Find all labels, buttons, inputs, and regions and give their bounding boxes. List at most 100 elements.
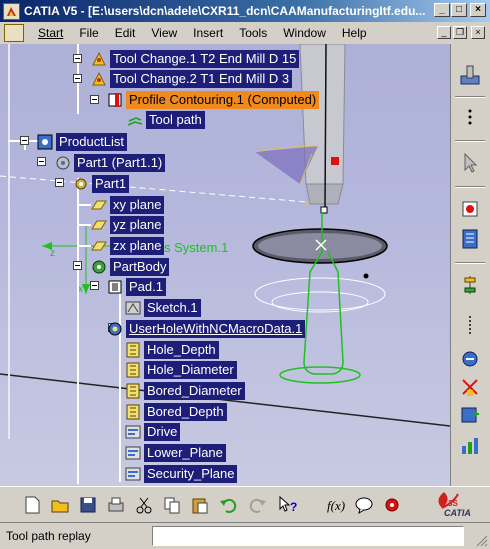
catia-app-icon[interactable]	[3, 2, 20, 20]
tree-node-partbody[interactable]: PartBody	[90, 257, 170, 276]
menu-start[interactable]: Start	[30, 26, 71, 40]
geometry-reference-icon	[124, 466, 142, 482]
menu-help[interactable]: Help	[334, 26, 375, 40]
open-folder-icon[interactable]	[48, 493, 72, 517]
tree-label: ProductList	[56, 132, 128, 151]
collapse-toggle[interactable]	[90, 281, 99, 290]
tree-node-hole-diameter[interactable]: Hole_Diameter	[124, 360, 237, 379]
ellipsis-icon[interactable]	[457, 104, 483, 130]
formula-icon[interactable]: f(x)	[324, 493, 348, 517]
tree-label: PartBody	[110, 257, 170, 276]
save-icon[interactable]	[76, 493, 100, 517]
collapse-toggle[interactable]	[73, 261, 82, 270]
tree-node-hole-depth[interactable]: Hole_Depth	[124, 340, 219, 359]
tool-assembly-icon[interactable]	[457, 346, 483, 372]
tree-node-lower-plane[interactable]: Lower_Plane	[124, 443, 226, 462]
comment-icon[interactable]	[352, 493, 376, 517]
tree-node-bored-depth[interactable]: Bored_Depth	[124, 402, 227, 421]
svg-text:3S: 3S	[448, 499, 458, 508]
parameter-icon	[124, 383, 142, 399]
tree-node-tool-change-2[interactable]: Tool Change.2 T1 End Mill D 3	[90, 69, 293, 88]
tree-node-tool-change-1[interactable]: Tool Change.1 T2 End Mill D 15	[90, 49, 300, 68]
body-icon	[90, 259, 108, 275]
close-button[interactable]: ×	[470, 3, 486, 17]
tree-node-pad1[interactable]: Pad.1	[106, 277, 166, 296]
tree-node-sketch1[interactable]: Sketch.1	[124, 298, 201, 317]
menu-edit[interactable]: Edit	[107, 26, 144, 40]
gear-icon	[72, 176, 90, 192]
tree-node-profile-contouring[interactable]: Profile Contouring.1 (Computed)	[106, 90, 320, 109]
menu-view[interactable]: View	[143, 26, 185, 40]
tree-node-product-list[interactable]: ProductList	[36, 132, 128, 151]
tree-label: Drive	[144, 422, 181, 441]
tree-label: Sketch.1	[144, 298, 201, 317]
part-icon	[54, 155, 72, 171]
tree-node-tool-path[interactable]: Tool path	[126, 110, 205, 129]
tool-change-icon	[90, 71, 108, 87]
new-document-icon[interactable]	[20, 493, 44, 517]
tree-node-zx-plane[interactable]: zx plane	[90, 236, 165, 255]
select-cursor-icon[interactable]	[457, 150, 483, 176]
bottom-toolbar: ? f(x) 3S CATIA	[0, 486, 490, 522]
document-list-icon[interactable]	[457, 226, 483, 252]
collapse-toggle[interactable]	[73, 74, 82, 83]
tree-label: xy plane	[110, 195, 165, 214]
cut-icon[interactable]	[132, 493, 156, 517]
tree-label: Tool Change.2 T1 End Mill D 3	[110, 69, 293, 88]
tool-path-statistics-icon[interactable]	[457, 432, 483, 458]
tree-node-bored-diameter[interactable]: Bored_Diameter	[124, 381, 245, 400]
geometry-reference-icon	[124, 424, 142, 440]
tree-label: Tool path	[146, 110, 205, 129]
insert-parameter-icon[interactable]	[457, 402, 483, 428]
collapse-toggle[interactable]	[20, 136, 29, 145]
remove-tool-icon[interactable]	[457, 374, 483, 400]
tree-node-part1-instance[interactable]: Part1 (Part1.1)	[54, 153, 166, 172]
drill-tool-icon[interactable]	[457, 312, 483, 338]
tree-node-yz-plane[interactable]: yz plane	[90, 215, 165, 234]
title-bar: CATIA V5 - [E:\users\dcn\adele\CXR11_dcn…	[0, 0, 490, 22]
tree-node-part1[interactable]: Part1	[72, 174, 130, 193]
redo-icon[interactable]	[246, 493, 270, 517]
3d-viewport[interactable]: z x y s System.1 Tool Change.1 T2 End Mi…	[0, 44, 450, 486]
resize-grip-icon[interactable]	[476, 535, 488, 547]
print-icon[interactable]	[104, 493, 128, 517]
machining-workbench-icon[interactable]	[457, 62, 483, 88]
collapse-toggle[interactable]	[55, 178, 64, 187]
knowledge-icon[interactable]	[380, 493, 404, 517]
paste-icon[interactable]	[188, 493, 212, 517]
tree-label: Bored_Depth	[144, 402, 227, 421]
tree-node-security-plane[interactable]: Security_Plane	[124, 464, 238, 483]
tool-change-icon[interactable]	[457, 196, 483, 222]
hole-feature-icon	[106, 321, 124, 337]
tree-node-xy-plane[interactable]: xy plane	[90, 195, 165, 214]
menu-window[interactable]: Window	[275, 26, 334, 40]
doc-close-button[interactable]: ×	[471, 26, 485, 39]
operation-sequence-icon[interactable]	[457, 272, 483, 298]
tree-label: UserHoleWithNCMacroData.1	[126, 319, 306, 338]
doc-restore-button[interactable]: ❐	[453, 26, 467, 39]
document-icon[interactable]	[4, 24, 24, 42]
tree-node-user-hole[interactable]: UserHoleWithNCMacroData.1	[106, 319, 306, 338]
collapse-toggle[interactable]	[90, 95, 99, 104]
command-input[interactable]	[152, 526, 464, 546]
right-toolbar	[450, 44, 490, 486]
maximize-button[interactable]: □	[451, 3, 467, 17]
tree-label: yz plane	[110, 215, 165, 234]
undo-icon[interactable]	[216, 493, 240, 517]
menu-bar: Start File Edit View Insert Tools Window…	[0, 22, 490, 44]
minimize-button[interactable]: _	[434, 3, 450, 17]
doc-minimize-button[interactable]: _	[437, 26, 451, 39]
profile-contouring-icon	[106, 92, 124, 108]
menu-file[interactable]: File	[71, 26, 106, 40]
tree-node-drive[interactable]: Drive	[124, 422, 181, 441]
collapse-toggle[interactable]	[73, 54, 82, 63]
whats-this-help-icon[interactable]: ?	[276, 493, 300, 517]
tree-label: Part1	[92, 174, 130, 193]
menu-insert[interactable]: Insert	[185, 26, 231, 40]
menu-tools[interactable]: Tools	[231, 26, 275, 40]
plane-icon	[90, 238, 108, 254]
status-bar: Tool path replay	[0, 522, 490, 549]
copy-icon[interactable]	[160, 493, 184, 517]
specification-tree: Tool Change.1 T2 End Mill D 15 Tool Chan…	[0, 44, 450, 486]
collapse-toggle[interactable]	[37, 157, 46, 166]
